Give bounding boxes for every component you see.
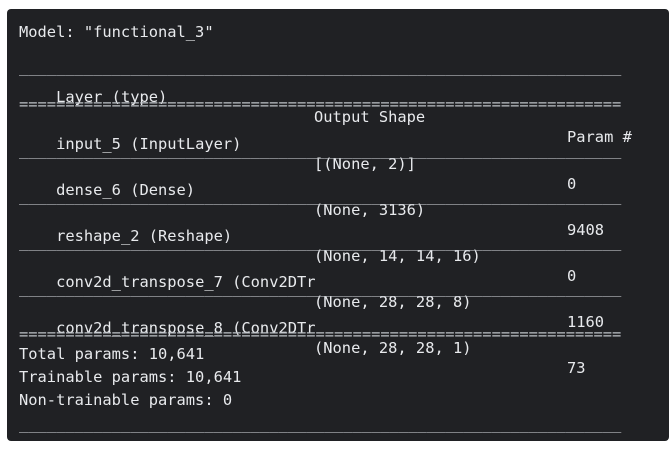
separator-dash: ________________________________________…	[19, 187, 622, 205]
separator-equal: ========================================…	[19, 95, 622, 113]
separator-dash: ________________________________________…	[19, 415, 622, 433]
separator-dash: ________________________________________…	[19, 279, 622, 297]
non-trainable-params: Non-trainable params: 0	[19, 391, 233, 409]
model-name-line: Model: "functional_3"	[19, 23, 214, 41]
separator-dash: ________________________________________…	[19, 141, 622, 159]
total-params: Total params: 10,641	[19, 345, 205, 363]
trainable-params: Trainable params: 10,641	[19, 368, 242, 386]
separator-equal: ========================================…	[19, 325, 622, 343]
separator-dash: ________________________________________…	[19, 233, 622, 251]
row-param: 73	[567, 359, 586, 377]
model-summary-output: Model: "functional_3" __________________…	[7, 9, 669, 441]
